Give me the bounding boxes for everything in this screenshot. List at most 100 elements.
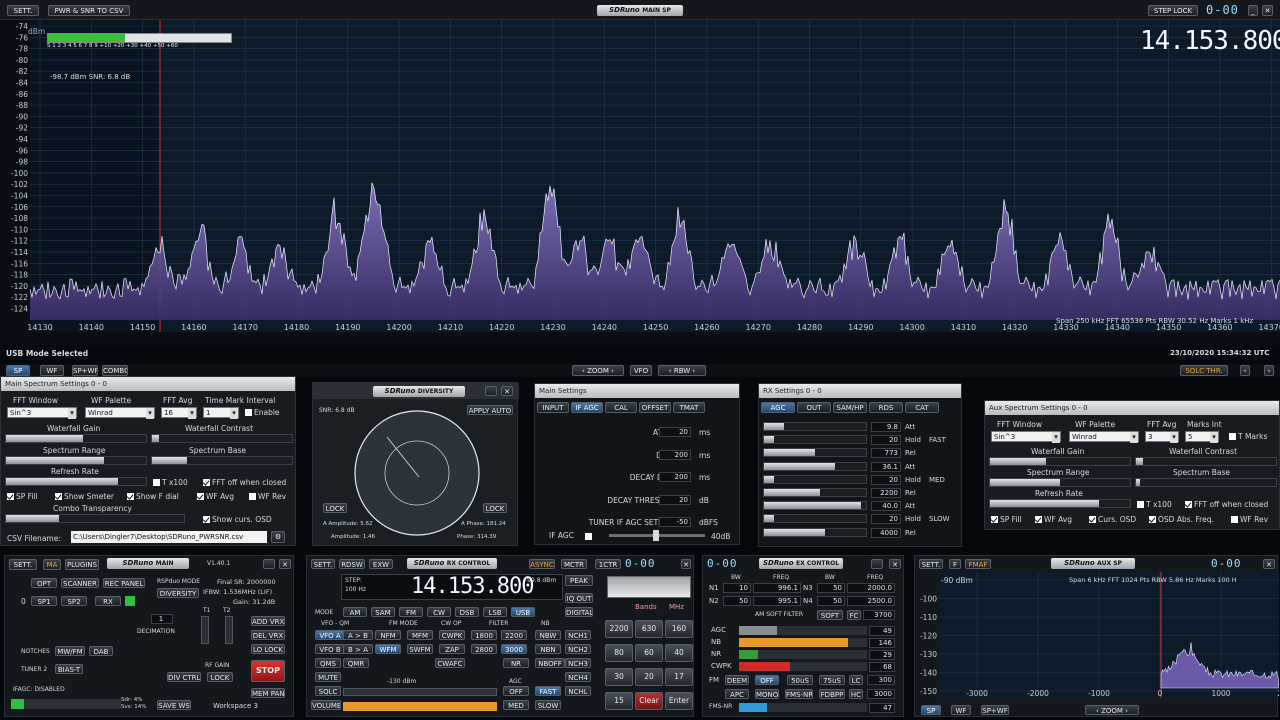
show-curs-osd-checkbox[interactable]: Show curs. OSD <box>203 515 272 524</box>
fft-window-select[interactable]: Sin^3 <box>7 407 77 419</box>
ex-bar-value[interactable]: 49 <box>869 626 895 636</box>
plugins-button[interactable]: PLUGINS <box>65 559 99 570</box>
aux-tab-sp-wf[interactable]: SP+WF <box>981 705 1009 715</box>
fc-value[interactable]: 3700 <box>863 610 895 620</box>
step-value[interactable]: 100 Hz <box>345 586 366 593</box>
aux-wf-palette-select[interactable]: Winrad <box>1069 431 1139 443</box>
aux-zoom-control[interactable]: ‹ ZOOM › <box>1085 705 1139 715</box>
refresh-slider[interactable] <box>5 477 147 486</box>
ex-bar-value[interactable]: 146 <box>869 638 895 648</box>
band-key[interactable]: 30 <box>605 668 633 686</box>
rx-control-button[interactable]: NCHL <box>565 686 591 696</box>
pwr-snr-csv-button[interactable]: PWR & SNR TO CSV <box>48 5 130 16</box>
n4-bw[interactable]: 50 <box>817 596 845 606</box>
decimation-value[interactable]: 1 <box>151 614 173 624</box>
csv-filename-field[interactable]: C:\Users\Dingler7\Desktop\SDRuno_PWRSNR.… <box>71 531 267 543</box>
sqlc-slider[interactable] <box>343 688 497 696</box>
ms-tab[interactable]: INPUT <box>537 402 569 413</box>
rx-control-button[interactable]: CWPK <box>439 630 465 640</box>
add-vrx-button[interactable]: ADD VRX <box>251 616 285 626</box>
close-button[interactable]: ✕ <box>1262 5 1273 16</box>
rx-control-button[interactable]: NCH2 <box>565 644 591 654</box>
hc-value[interactable]: 3000 <box>867 689 895 699</box>
digital-button[interactable]: DIGITAL <box>565 607 593 617</box>
fc-button[interactable]: FC <box>847 610 861 620</box>
rx-control-button[interactable]: CWAFC <box>435 658 465 668</box>
opt-button[interactable]: OPT <box>31 578 57 588</box>
n1-bw[interactable]: 10 <box>723 583 751 593</box>
rx-settings-tab[interactable]: AGC <box>761 402 795 413</box>
diversity-close-button[interactable]: ✕ <box>501 386 513 396</box>
sqlc-thr-button[interactable]: SQLC THR. <box>1180 365 1228 376</box>
rbw-control[interactable]: ‹ RBW › <box>658 365 706 376</box>
ex-bar-value[interactable]: 68 <box>869 662 895 672</box>
rx-control-button[interactable]: MED <box>503 700 529 710</box>
tx100-checkbox[interactable]: T x100 <box>153 478 188 487</box>
wf-avg-checkbox[interactable]: WF Avg <box>197 492 234 501</box>
ms-row-value[interactable]: 20 <box>659 494 691 505</box>
t1-slider[interactable] <box>201 616 209 644</box>
aux-sp-base-slider[interactable] <box>1135 478 1277 487</box>
rx-control-button[interactable]: VFO A <box>315 630 345 640</box>
rx-control-button[interactable]: MFM <box>407 630 433 640</box>
aux-wf-contrast-slider[interactable] <box>1135 457 1277 466</box>
aux-sp-range-slider[interactable] <box>989 478 1131 487</box>
rx-agc-value[interactable]: 773 <box>871 448 901 459</box>
wf-gain-slider[interactable] <box>5 434 147 443</box>
main-close-button[interactable]: ✕ <box>279 559 291 569</box>
band-key[interactable]: 160 <box>665 620 693 638</box>
rx-settings-tab[interactable]: CAT <box>905 402 939 413</box>
rec-panel-button[interactable]: REC PANEL <box>103 578 145 588</box>
aux-wf-rev-checkbox[interactable]: WF Rev <box>1231 515 1268 524</box>
n1-freq[interactable]: 996.1 <box>753 583 801 593</box>
rx-control-button[interactable]: NCH1 <box>565 630 591 640</box>
aux-wf-gain-slider[interactable] <box>989 457 1131 466</box>
mctr-button[interactable]: MCTR <box>561 559 587 569</box>
rx-control-button[interactable]: VOLUME <box>311 700 341 710</box>
aux-fft-avg-select[interactable]: 3 <box>1145 431 1179 443</box>
50us-button[interactable]: 50uS <box>787 675 813 685</box>
mode-button[interactable]: DSB <box>455 607 479 617</box>
rx-close-button[interactable]: ✕ <box>681 559 691 569</box>
fft-off-checkbox[interactable]: FFT off when closed <box>203 478 286 487</box>
rx-agc-value[interactable]: 9.8 <box>871 422 901 432</box>
n2-freq[interactable]: 995.1 <box>753 596 801 606</box>
mode-button[interactable]: SAM <box>371 607 395 617</box>
rx-control-button[interactable]: 3000 <box>501 644 527 654</box>
fft-avg-select[interactable]: 16 <box>161 407 197 419</box>
rx-control-button[interactable]: 1800 <box>471 630 497 640</box>
rx-control-button[interactable]: 2200 <box>501 630 527 640</box>
div-ctrl-button[interactable]: DIV CTRL <box>167 672 201 682</box>
mode-button[interactable]: CW <box>427 607 451 617</box>
n4-freq[interactable]: 2500.0 <box>847 596 895 606</box>
diversity-button[interactable]: DIVERSITY <box>157 588 199 598</box>
rx-control-button[interactable]: B > A <box>343 644 373 654</box>
band-key[interactable]: 630 <box>635 620 663 638</box>
rx-frequency[interactable]: 14.153.800 <box>411 574 534 599</box>
1ctr-button[interactable]: 1CTR <box>595 559 621 569</box>
ms-row-value[interactable]: 200 <box>659 449 691 460</box>
rx-control-button[interactable]: 2800 <box>471 644 497 654</box>
csv-browse-button[interactable]: ⚙ <box>271 531 285 543</box>
band-key[interactable]: 80 <box>605 644 633 662</box>
mode-button[interactable]: FM <box>399 607 423 617</box>
soft-button[interactable]: SOFT <box>817 610 843 620</box>
ms-row-value[interactable]: -50 <box>659 517 691 527</box>
rx-control-button[interactable]: MUTE <box>315 672 341 682</box>
aux-sp-fill-checkbox[interactable]: SP Fill <box>991 515 1022 524</box>
rx-control-button[interactable]: QMR <box>343 658 369 668</box>
aux-marks-select[interactable]: 5 <box>1185 431 1219 443</box>
band-key[interactable]: 20 <box>635 668 663 686</box>
mode-button[interactable]: USB <box>511 607 535 617</box>
rx-agc-value[interactable]: 20 <box>871 474 901 485</box>
if-agc-slider-thumb[interactable] <box>653 530 659 541</box>
diversity-minimize-button[interactable]: _ <box>485 386 497 396</box>
rx-control-button[interactable]: NBOFF <box>535 658 565 668</box>
rx-agc-slider[interactable] <box>763 514 867 524</box>
scroll-left-button[interactable]: ‹ <box>1240 365 1250 376</box>
ex-bar-value[interactable]: 29 <box>869 650 895 660</box>
lo-lock-button[interactable]: LO LOCK <box>251 644 285 654</box>
rx-control-button[interactable]: ZAP <box>439 644 465 654</box>
del-vrx-button[interactable]: DEL VRX <box>251 630 285 640</box>
ms-tab[interactable]: IF AGC <box>571 402 603 413</box>
